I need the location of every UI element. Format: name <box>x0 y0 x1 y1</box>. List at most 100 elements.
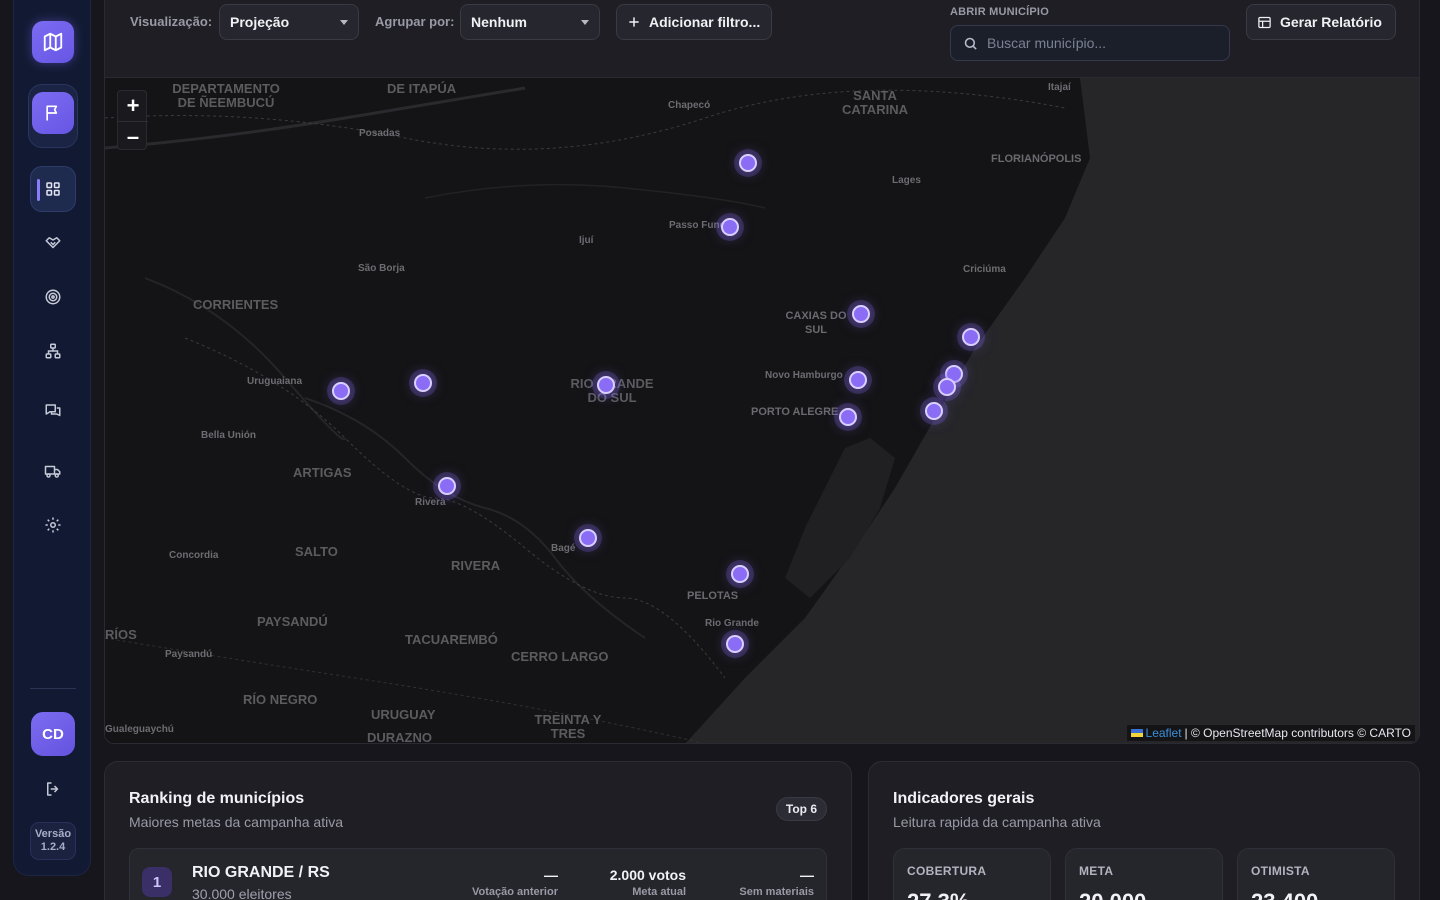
map-marker[interactable] <box>414 374 432 392</box>
ranking-row[interactable]: 1 RIO GRANDE / RS 30.000 eleitores — Vot… <box>129 848 827 900</box>
kpi-label: COBERTURA <box>907 864 987 878</box>
group-select[interactable]: Nenhum <box>460 4 600 40</box>
dashboard-icon <box>46 182 60 196</box>
map-marker[interactable] <box>739 154 757 172</box>
region-label: SANTA CATARINA <box>842 88 908 117</box>
generate-report-button[interactable]: Gerar Relatório <box>1246 4 1396 40</box>
kpi-value: 23.400 <box>1251 889 1318 900</box>
search-input[interactable] <box>987 35 1217 51</box>
prev-vote-value: — <box>544 867 558 883</box>
map-marker[interactable] <box>332 382 350 400</box>
attribution-text: | © OpenStreetMap contributors © CARTO <box>1184 726 1411 740</box>
avatar[interactable]: CD <box>31 712 75 756</box>
version-number: 1.2.4 <box>40 841 66 853</box>
indicators-title: Indicadores gerais <box>893 790 1035 807</box>
goal-value: 2.000 votos <box>609 867 686 883</box>
chat-icon <box>45 404 61 417</box>
gear-icon <box>45 517 61 533</box>
map-marker[interactable] <box>849 371 867 389</box>
search-box <box>950 25 1230 61</box>
map-marker[interactable] <box>726 635 744 653</box>
ranking-title: Ranking de municípios <box>129 790 305 807</box>
city-label: Chapecó <box>668 100 711 111</box>
goal-stat: 2.000 votos Meta atual <box>610 867 686 898</box>
ukraine-flag-icon <box>1130 729 1143 737</box>
campaign-nav-button[interactable] <box>32 92 74 134</box>
toolbar: Visualização: Projeção Agrupar por: Nenh… <box>104 0 1420 78</box>
ranking-panel: Ranking de municípios Maiores metas da c… <box>104 761 852 900</box>
region-label: RÍOS <box>105 627 137 642</box>
messages-nav-button[interactable] <box>30 388 76 434</box>
kpi-value: 20.000 <box>1079 889 1146 900</box>
materials-value: — <box>800 867 814 883</box>
city-label: Criciúma <box>963 264 1006 275</box>
materials-stat: — Sem materiais <box>739 867 814 898</box>
map-marker[interactable] <box>852 305 870 323</box>
view-label: Visualização: <box>130 14 213 29</box>
kpi-card-optimistic: OTIMISTA 23.400 <box>1237 848 1395 900</box>
map-marker[interactable] <box>962 328 980 346</box>
region-label: RÍO NEGRO <box>243 692 318 707</box>
map-marker[interactable] <box>925 402 943 420</box>
region-label: ARTIGAS <box>293 465 352 480</box>
view-select[interactable]: Projeção <box>219 4 359 40</box>
region-label: DURAZNO <box>367 730 432 744</box>
map-marker[interactable] <box>579 529 597 547</box>
region-label: CORRIENTES <box>193 297 279 312</box>
view-select-value: Projeção <box>230 14 290 30</box>
region-label: URUGUAY <box>371 707 436 722</box>
map-marker[interactable] <box>438 477 456 495</box>
map-marker[interactable] <box>721 218 739 236</box>
indicators-panel: Indicadores gerais Leitura rapida da cam… <box>868 761 1420 900</box>
city-label: Paysandú <box>165 649 213 660</box>
settings-nav-button[interactable] <box>30 502 76 548</box>
plus-icon <box>629 17 639 27</box>
goals-nav-button[interactable] <box>30 274 76 320</box>
kpi-value: 27,3% <box>907 889 969 900</box>
logout-button[interactable] <box>40 776 66 802</box>
logout-icon <box>47 782 59 796</box>
map-marker[interactable] <box>938 378 956 396</box>
kpi-label: META <box>1079 864 1114 878</box>
kpi-card-goal: META 20.000 <box>1065 848 1223 900</box>
add-filter-button[interactable]: Adicionar filtro... <box>616 4 772 40</box>
map[interactable]: + – DEPARTAMENTO DE ÑEEMBUCÚ DE ITAPÚA S… <box>104 78 1420 744</box>
leaflet-link[interactable]: Leaflet <box>1146 726 1182 740</box>
group-select-value: Nenhum <box>471 14 527 30</box>
goal-label: Meta atual <box>632 886 686 898</box>
region-label: PORTO ALEGRE <box>751 406 839 418</box>
version-badge: Versão 1.2.4 <box>30 822 76 860</box>
map-nav-button[interactable] <box>32 21 74 63</box>
map-marker[interactable] <box>731 565 749 583</box>
chevron-down-icon <box>581 20 589 25</box>
zoom-out-button[interactable]: – <box>118 121 148 151</box>
region-label: SALTO <box>295 544 338 559</box>
map-marker[interactable] <box>597 376 615 394</box>
generate-report-label: Gerar Relatório <box>1280 14 1382 30</box>
add-filter-label: Adicionar filtro... <box>649 14 761 30</box>
rank-electors: 30.000 eleitores <box>192 886 292 900</box>
version-label: Versão <box>34 828 72 840</box>
logistics-nav-button[interactable] <box>30 448 76 494</box>
city-label: Rivera <box>415 497 446 508</box>
dashboard-nav-button[interactable] <box>30 166 76 212</box>
group-label: Agrupar por: <box>375 14 455 29</box>
chevron-down-icon <box>340 20 348 25</box>
region-label: DE ITAPÚA <box>387 81 457 96</box>
alliances-nav-button[interactable] <box>30 220 76 266</box>
campaign-nav-group <box>28 84 78 148</box>
prev-vote-stat: — Votação anterior <box>472 867 558 898</box>
zoom-in-button[interactable]: + <box>118 91 148 121</box>
city-label: Lages <box>892 175 921 186</box>
ranking-subtitle: Maiores metas da campanha ativa <box>129 814 343 830</box>
search-icon <box>964 37 977 50</box>
region-label: TACUAREMBÓ <box>405 632 498 647</box>
rank-number: 1 <box>142 867 172 897</box>
structure-nav-button[interactable] <box>30 328 76 374</box>
flag-icon <box>46 105 58 121</box>
materials-label: Sem materiais <box>739 886 814 898</box>
kpi-label: OTIMISTA <box>1251 864 1310 878</box>
city-label: Itajaí <box>1048 82 1071 93</box>
map-marker[interactable] <box>839 408 857 426</box>
top-badge: Top 6 <box>775 797 827 821</box>
